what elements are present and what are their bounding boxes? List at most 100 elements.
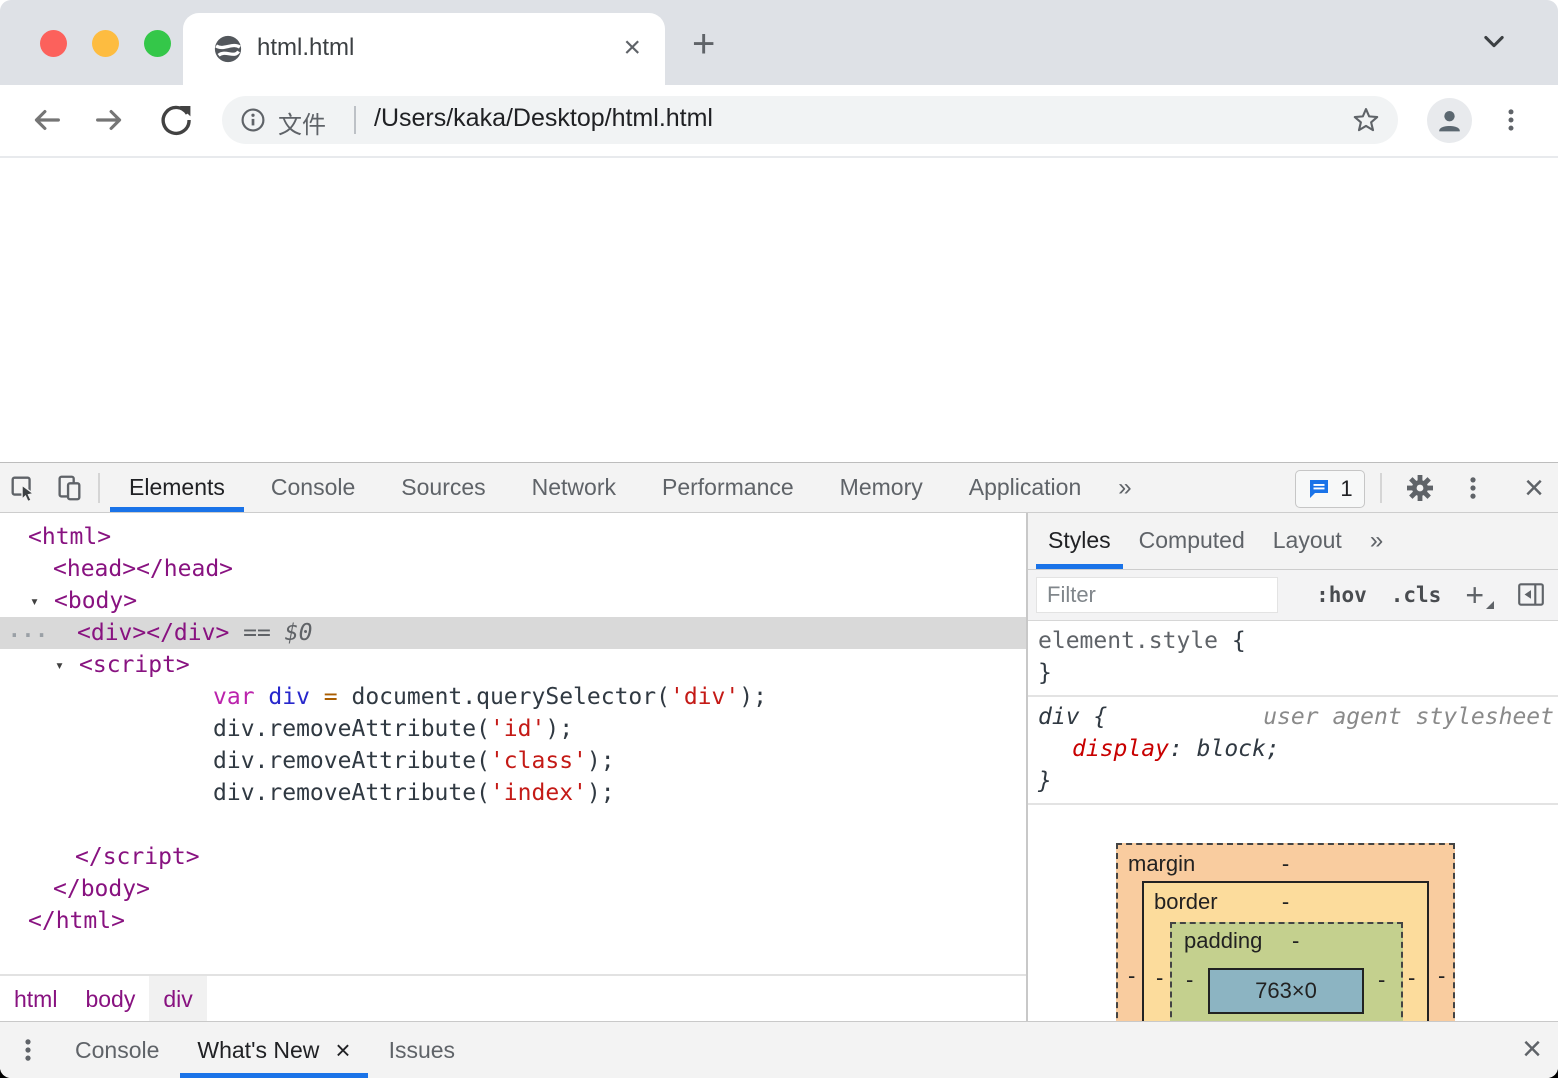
dom-tree-row[interactable]: </html>	[0, 905, 1026, 937]
url-text[interactable]: /Users/kaka/Desktop/html.html	[374, 104, 713, 133]
new-tab-button[interactable]: +	[692, 24, 715, 64]
devtools-tab-network[interactable]: Network	[509, 463, 639, 512]
dom-tree-row[interactable]: div.removeAttribute('index');	[0, 777, 1026, 809]
element-style-rule[interactable]: element.style { }	[1028, 621, 1558, 697]
inspect-element-button[interactable]	[0, 463, 46, 512]
padding-right-value[interactable]: -	[1378, 967, 1385, 993]
dom-tree-row[interactable]: <html>	[0, 521, 1026, 553]
drawer-tab-close-icon[interactable]: ×	[335, 1023, 350, 1077]
browser-menu-icon[interactable]	[1498, 107, 1524, 133]
content-size: 763×0	[1255, 978, 1317, 1003]
toolbar-separator	[98, 472, 100, 503]
padding-top-value[interactable]: -	[1292, 928, 1299, 954]
code-token: 'class'	[489, 748, 587, 774]
address-bar[interactable]: 文件 /Users/kaka/Desktop/html.html	[222, 96, 1398, 144]
page-info-icon[interactable]	[240, 107, 266, 133]
person-icon	[1439, 110, 1460, 132]
tab-search-chevron-icon[interactable]	[1480, 27, 1508, 55]
css-property-value[interactable]: block;	[1197, 736, 1280, 762]
back-icon[interactable]	[28, 102, 64, 138]
devtools-tab-application[interactable]: Application	[946, 463, 1105, 512]
css-property-name[interactable]: display	[1072, 736, 1169, 762]
drawer-tab-console[interactable]: Console	[56, 1023, 178, 1078]
dom-tree-row[interactable]: div.removeAttribute('id');	[0, 713, 1026, 745]
dom-tree-row-selected[interactable]: ... <div></div> == $0	[0, 617, 1026, 649]
expand-arrow-icon[interactable]: ▾	[55, 649, 79, 681]
styles-tab-layout[interactable]: Layout	[1259, 513, 1356, 569]
code-token: </html>	[28, 908, 125, 934]
dom-tree-row[interactable]: ▾ <script>	[0, 649, 1026, 681]
devtools-tab-console[interactable]: Console	[248, 463, 378, 512]
dom-tree-row[interactable]: div.removeAttribute('class');	[0, 745, 1026, 777]
toggle-pseudo-state-button[interactable]: :hov	[1316, 583, 1367, 607]
settings-gear-icon[interactable]	[1404, 472, 1436, 504]
devtools-tab-sources[interactable]: Sources	[378, 463, 508, 512]
new-style-rule-button[interactable]: +	[1465, 579, 1494, 611]
dom-tree-row[interactable]: </body>	[0, 873, 1026, 905]
drawer-tab-issues[interactable]: Issues	[370, 1023, 474, 1078]
reload-icon[interactable]	[158, 102, 194, 138]
expand-arrow-icon[interactable]: ▾	[30, 585, 54, 617]
drawer-tab-what-s-new[interactable]: What's New ×	[178, 1023, 369, 1078]
padding-left-value[interactable]: -	[1186, 967, 1193, 993]
minimize-window-button[interactable]	[92, 30, 119, 57]
toggle-element-classes-button[interactable]: .cls	[1391, 583, 1442, 607]
forward-icon[interactable]	[92, 102, 128, 138]
styles-filter-input[interactable]	[1036, 577, 1278, 613]
drawer-tab-bar: Console What's New × Issues	[56, 1023, 474, 1078]
dock-sidebar-icon[interactable]	[1516, 580, 1546, 610]
drawer-close-icon[interactable]: ×	[1522, 1025, 1542, 1073]
more-panels-chevron[interactable]: »	[1104, 464, 1145, 512]
drawer-menu-button[interactable]	[0, 1023, 56, 1078]
bookmark-star-icon[interactable]	[1352, 106, 1380, 134]
border-right-value[interactable]: -	[1408, 965, 1415, 991]
dom-tree-row[interactable]	[0, 809, 1026, 841]
code-token: );	[586, 748, 615, 774]
dom-tree-row[interactable]: <head></head>	[0, 553, 1026, 585]
device-toolbar-button[interactable]	[46, 463, 92, 512]
code-token: div.removeAttribute(	[213, 780, 490, 806]
whats-new-badge-button[interactable]: 1	[1295, 470, 1365, 508]
box-model-border[interactable]: border - - - padding - - - 763×0	[1142, 881, 1429, 1022]
breadcrumb-item-div[interactable]: div	[149, 976, 207, 1022]
margin-right-value[interactable]: -	[1438, 963, 1445, 989]
styles-tab-computed[interactable]: Computed	[1125, 513, 1259, 569]
devtools-menu-icon[interactable]	[1460, 475, 1486, 501]
more-styles-tabs-chevron[interactable]: »	[1370, 527, 1383, 555]
breadcrumb-item-html[interactable]: html	[0, 976, 71, 1022]
user-agent-rule[interactable]: user agent stylesheet div { display: bloc…	[1028, 697, 1558, 805]
browser-window: html.html × + 文件 /Users/kaka/Desktop/htm…	[0, 0, 1558, 1078]
border-left-value[interactable]: -	[1156, 965, 1163, 991]
styles-sidebar: StylesComputedLayout » :hov .cls +	[1028, 513, 1558, 1022]
box-model-padding[interactable]: padding - - - 763×0	[1170, 922, 1403, 1022]
devtools-close-icon[interactable]: ×	[1524, 467, 1544, 509]
breadcrumb-item-body[interactable]: body	[71, 976, 149, 1022]
border-top-value[interactable]: -	[1282, 889, 1289, 915]
box-model-content[interactable]: 763×0	[1208, 968, 1364, 1014]
tab-strip: html.html × +	[0, 0, 1558, 85]
browser-tab[interactable]: html.html ×	[183, 13, 665, 85]
box-model-diagram[interactable]: margin - - - border - - - padding - - - …	[1116, 843, 1455, 1022]
box-model-margin[interactable]: margin - - - border - - - padding - - - …	[1116, 843, 1455, 1022]
devtools-tab-elements[interactable]: Elements	[106, 463, 248, 512]
rule-selector: element.style	[1038, 628, 1219, 654]
zoom-window-button[interactable]	[144, 30, 171, 57]
toolbar-separator	[1380, 473, 1382, 503]
styles-tab-styles[interactable]: Styles	[1034, 513, 1125, 569]
code-token: );	[739, 684, 767, 710]
dom-tree-row[interactable]: ▾ <body>	[0, 585, 1026, 617]
overflow-dots-icon[interactable]: ...	[8, 614, 49, 646]
margin-left-value[interactable]: -	[1128, 963, 1135, 989]
devtools-tab-memory[interactable]: Memory	[817, 463, 946, 512]
margin-top-value[interactable]: -	[1282, 851, 1289, 877]
code-token: <script>	[79, 652, 190, 678]
tab-close-icon[interactable]: ×	[623, 29, 641, 67]
dom-tree-row[interactable]: </script>	[0, 841, 1026, 873]
devtools-toolbar: Elements Console Sources Network Performance…	[0, 463, 1558, 513]
profile-avatar[interactable]	[1427, 98, 1472, 143]
dom-tree-row[interactable]: var div = document.querySelector('div');	[0, 681, 1026, 713]
globe-favicon-icon	[214, 35, 242, 63]
devtools-tab-performance[interactable]: Performance	[639, 463, 817, 512]
code-token: ==	[229, 620, 285, 646]
close-window-button[interactable]	[40, 30, 67, 57]
